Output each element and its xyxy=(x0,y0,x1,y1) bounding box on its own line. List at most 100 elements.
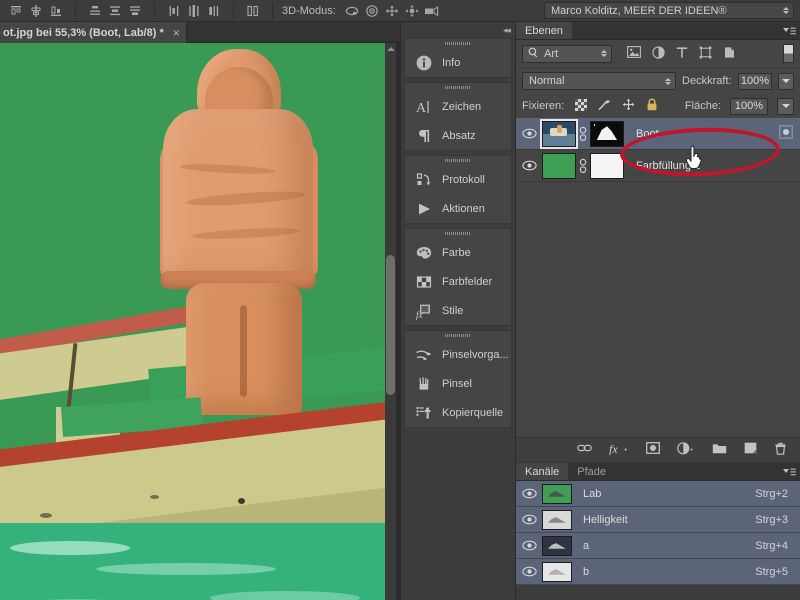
3d-pan-icon[interactable] xyxy=(382,2,402,20)
new-layer-icon[interactable] xyxy=(744,442,757,457)
brush-presets-icon xyxy=(414,345,434,365)
list-item[interactable]: a Strg+4 xyxy=(516,533,800,559)
lock-image-pixels-icon[interactable] xyxy=(598,99,611,114)
panel-grip[interactable] xyxy=(405,156,511,165)
document-tab[interactable]: ot.jpg bei 55,3% (Boot, Lab/8) * × xyxy=(0,22,187,43)
panel-grip[interactable] xyxy=(405,83,511,92)
dock-item-protokoll[interactable]: Protokoll xyxy=(405,165,511,194)
panel-grip[interactable] xyxy=(405,229,511,238)
workspace-preset-select[interactable]: Marco Kolditz, MEER DER IDEEN® xyxy=(544,2,794,19)
dock-item-stile[interactable]: fx Stile xyxy=(405,296,511,325)
filter-adjustment-icon[interactable] xyxy=(652,45,665,62)
align-bottom-edges-icon[interactable] xyxy=(46,2,66,20)
dock-item-aktionen[interactable]: Aktionen xyxy=(405,194,511,223)
channel-visibility-toggle[interactable] xyxy=(516,566,542,577)
fill-input[interactable]: 100% xyxy=(730,97,768,115)
new-adjustment-layer-icon[interactable] xyxy=(677,441,695,458)
lock-position-icon[interactable] xyxy=(622,98,635,114)
layer-style-fx-icon[interactable]: fx xyxy=(609,442,629,458)
layer-thumbnail[interactable] xyxy=(542,152,576,179)
lock-all-icon[interactable] xyxy=(646,98,658,114)
opacity-input[interactable]: 100% xyxy=(737,72,773,90)
blend-mode-select[interactable]: Normal xyxy=(522,72,677,90)
list-item[interactable]: b Strg+5 xyxy=(516,559,800,585)
close-icon[interactable]: × xyxy=(173,26,180,40)
dock-item-zeichen[interactable]: A Zeichen xyxy=(405,92,511,121)
panel-menu-icon[interactable] xyxy=(782,25,796,37)
align-vertical-centers-icon[interactable] xyxy=(26,2,46,20)
dock-item-farbe[interactable]: Farbe xyxy=(405,238,511,267)
tab-ebenen[interactable]: Ebenen xyxy=(516,22,572,39)
link-layers-icon[interactable] xyxy=(577,442,592,457)
dock-item-pinselvorgaben[interactable]: Pinselvorga... xyxy=(405,340,511,369)
delete-layer-icon[interactable] xyxy=(774,442,787,458)
distribute-vertical-centers-icon[interactable] xyxy=(105,2,125,20)
fill-dropdown-button[interactable] xyxy=(777,97,794,115)
layer-mask-thumbnail[interactable] xyxy=(590,152,624,179)
3d-orbit-icon[interactable] xyxy=(342,2,362,20)
canvas-vertical-scrollbar[interactable] xyxy=(385,43,396,600)
layer-mask-thumbnail[interactable] xyxy=(590,120,624,147)
new-group-icon[interactable] xyxy=(712,442,727,457)
layer-filter-kind-select[interactable]: Art xyxy=(522,44,612,63)
channel-thumbnail[interactable] xyxy=(542,535,572,556)
dock-item-farbfelder[interactable]: Farbfelder xyxy=(405,267,511,296)
dock-collapse-button[interactable]: ◂◂ xyxy=(401,22,515,38)
panel-grip[interactable] xyxy=(405,331,511,340)
smart-filter-icon[interactable] xyxy=(779,125,793,142)
table-row[interactable]: Boot xyxy=(516,118,800,150)
3d-slide-icon[interactable] xyxy=(402,2,422,20)
dock-item-kopierquelle[interactable]: Kopierquelle xyxy=(405,398,511,427)
layer-visibility-toggle[interactable] xyxy=(516,160,542,171)
chevron-updown-icon[interactable] xyxy=(601,50,607,57)
channel-thumbnail[interactable] xyxy=(542,561,572,582)
distribute-horizontal-centers-icon[interactable] xyxy=(184,2,204,20)
panel-menu-icon[interactable] xyxy=(782,466,796,478)
panel-grip[interactable] xyxy=(405,39,511,48)
dock-item-absatz[interactable]: Absatz xyxy=(405,121,511,150)
distribute-right-edges-icon[interactable] xyxy=(204,2,224,20)
dock-group-brushes: Pinselvorga... Pinsel Kopierquelle xyxy=(404,330,512,428)
channel-visibility-toggle[interactable] xyxy=(516,540,542,551)
canvas-collapse-icon[interactable] xyxy=(384,44,398,56)
distribute-top-edges-icon[interactable] xyxy=(85,2,105,20)
channel-thumbnail[interactable] xyxy=(542,509,572,530)
dock-item-pinsel[interactable]: Pinsel xyxy=(405,369,511,398)
filter-smart-object-icon[interactable] xyxy=(723,46,736,62)
table-row[interactable]: Farbfüllung 1 xyxy=(516,150,800,182)
3d-camera-icon[interactable] xyxy=(422,2,442,20)
align-top-edges-icon[interactable] xyxy=(6,2,26,20)
filter-pixel-icon[interactable] xyxy=(627,46,641,61)
add-layer-mask-icon[interactable] xyxy=(646,442,660,457)
link-icon[interactable] xyxy=(576,158,590,174)
layer-visibility-toggle[interactable] xyxy=(516,128,542,139)
filter-shape-icon[interactable] xyxy=(699,46,712,62)
align-buttons-group xyxy=(0,0,72,22)
channel-visibility-toggle[interactable] xyxy=(516,514,542,525)
channel-visibility-toggle[interactable] xyxy=(516,488,542,499)
link-icon[interactable] xyxy=(576,126,590,142)
channel-thumbnail[interactable] xyxy=(542,483,572,504)
distribute-left-edges-icon[interactable] xyxy=(164,2,184,20)
layer-name[interactable]: Boot xyxy=(636,128,659,140)
list-item[interactable]: Helligkeit Strg+3 xyxy=(516,507,800,533)
lock-transparency-icon[interactable] xyxy=(575,98,588,114)
tab-label: Ebenen xyxy=(525,24,563,37)
tab-pfade[interactable]: Pfade xyxy=(568,463,616,480)
image-canvas[interactable] xyxy=(0,43,400,600)
3d-roll-icon[interactable] xyxy=(362,2,382,20)
chevron-updown-icon[interactable] xyxy=(783,7,789,14)
list-item[interactable]: Lab Strg+2 xyxy=(516,481,800,507)
chevron-updown-icon[interactable] xyxy=(665,77,672,85)
distribute-bottom-edges-icon[interactable] xyxy=(125,2,145,20)
layer-filter-enable-toggle[interactable] xyxy=(783,44,794,63)
water-surface xyxy=(0,523,388,600)
distribute-spacing-icon[interactable] xyxy=(243,2,263,20)
filter-type-icon[interactable] xyxy=(676,46,688,62)
channels-panel: Lab Strg+2 Helligkeit Strg+3 a Strg+4 b xyxy=(516,481,800,585)
layer-thumbnail[interactable] xyxy=(540,118,578,149)
tab-kanaele[interactable]: Kanäle xyxy=(516,463,569,480)
scrollbar-thumb[interactable] xyxy=(386,255,395,395)
dock-item-info[interactable]: Info xyxy=(405,48,511,77)
opacity-dropdown-button[interactable] xyxy=(778,72,794,90)
